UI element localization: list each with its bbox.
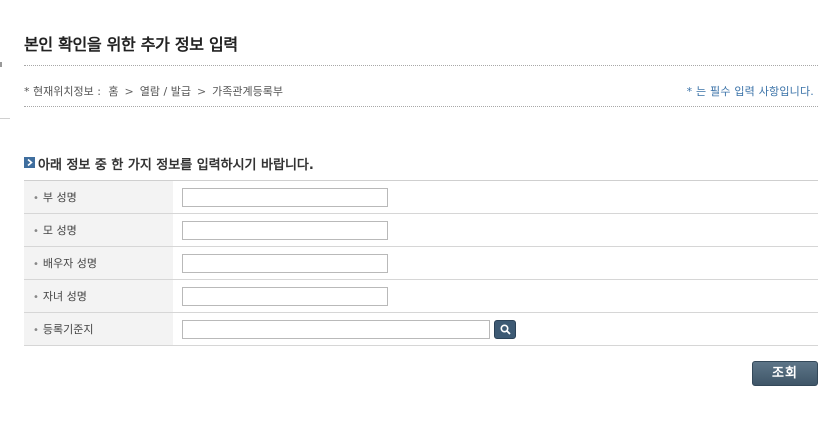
divider-top bbox=[24, 65, 818, 66]
field-label-father: • 부 성명 bbox=[24, 180, 173, 214]
breadcrumb-separator: > bbox=[124, 85, 134, 98]
page-title: 본인 확인을 위한 추가 정보 입력 bbox=[24, 35, 238, 54]
field-label-spouse: • 배우자 성명 bbox=[24, 246, 173, 280]
field-label-mother: • 모 성명 bbox=[24, 213, 173, 247]
mother-name-input[interactable] bbox=[182, 220, 388, 240]
field-label-child-text: 자녀 성명 bbox=[42, 290, 87, 303]
field-label-child: • 자녀 성명 bbox=[24, 279, 173, 313]
left-frame-mark bbox=[0, 62, 2, 67]
child-name-input[interactable] bbox=[182, 286, 388, 306]
registration-base-input[interactable] bbox=[182, 319, 490, 339]
section-heading: 아래 정보 중 한 가지 정보를 입력하시기 바랍니다. bbox=[24, 154, 314, 173]
spouse-name-input[interactable] bbox=[182, 253, 388, 273]
label-bullet: • bbox=[33, 325, 39, 336]
father-name-input[interactable] bbox=[182, 187, 388, 207]
field-label-father-text: 부 성명 bbox=[42, 191, 77, 204]
breadcrumb: * 현재위치정보 : 홈 > 열람 / 발급 > 가족관계등록부 bbox=[24, 83, 283, 99]
form-row-child: • 자녀 성명 bbox=[24, 279, 818, 313]
form-row-father: • 부 성명 bbox=[24, 180, 818, 214]
address-search-button[interactable] bbox=[494, 319, 516, 339]
label-bullet: • bbox=[33, 292, 39, 303]
label-bullet: • bbox=[33, 193, 39, 204]
required-fields-note: * 는 필수 입력 사항입니다. bbox=[686, 85, 814, 98]
form-row-mother: • 모 성명 bbox=[24, 213, 818, 247]
info-form-table: • 부 성명 • 모 성명 • 배우자 성명 • 자녀 성명 • 등록기준지 bbox=[24, 180, 818, 346]
field-label-spouse-text: 배우자 성명 bbox=[42, 257, 98, 270]
label-bullet: • bbox=[33, 226, 39, 237]
form-row-spouse: • 배우자 성명 bbox=[24, 246, 818, 280]
breadcrumb-prefix: * 현재위치정보 : bbox=[24, 85, 101, 98]
label-bullet: • bbox=[33, 259, 39, 270]
inquiry-submit-button[interactable]: 조회 bbox=[752, 361, 818, 386]
breadcrumb-item-home[interactable]: 홈 bbox=[108, 85, 118, 98]
field-label-registration-base-text: 등록기준지 bbox=[42, 323, 94, 336]
field-label-mother-text: 모 성명 bbox=[42, 224, 77, 237]
breadcrumb-item-family-register[interactable]: 가족관계등록부 bbox=[212, 85, 283, 98]
divider-bottom bbox=[24, 106, 818, 107]
breadcrumb-item-view-issue[interactable]: 열람 / 발급 bbox=[140, 85, 191, 98]
left-frame-line bbox=[0, 118, 10, 119]
arrow-bullet-icon bbox=[24, 157, 35, 168]
breadcrumb-separator: > bbox=[196, 85, 207, 98]
field-label-registration-base: • 등록기준지 bbox=[24, 312, 173, 346]
search-icon bbox=[500, 323, 511, 335]
form-row-registration-base: • 등록기준지 bbox=[24, 312, 818, 346]
section-heading-text: 아래 정보 중 한 가지 정보를 입력하시기 바랍니다. bbox=[38, 158, 314, 173]
